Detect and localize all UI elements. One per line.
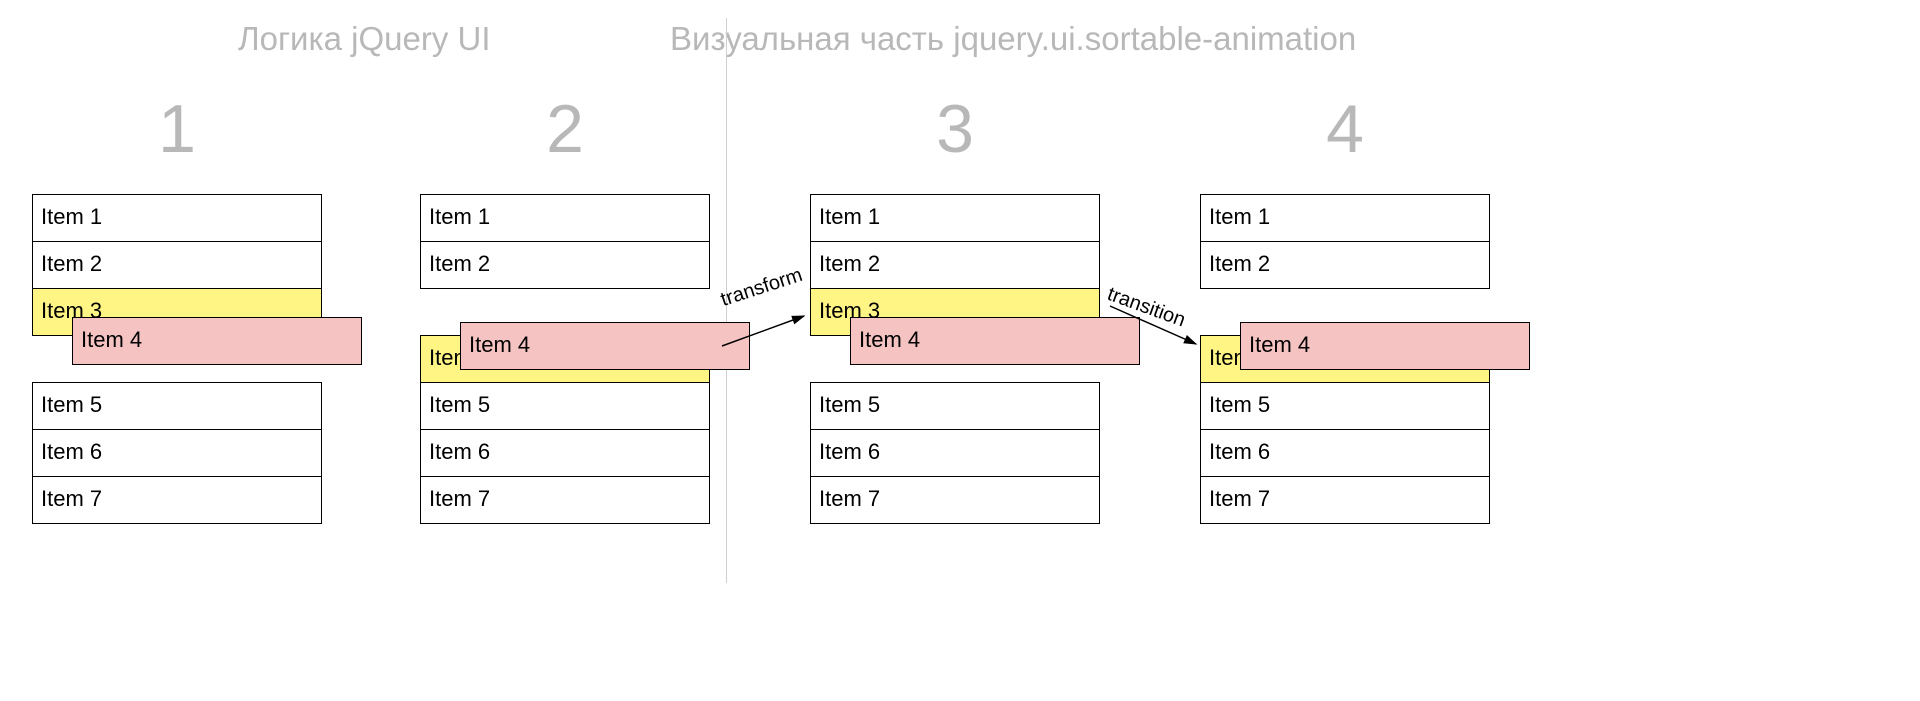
list-item[interactable]: Item 1 bbox=[32, 194, 322, 242]
list-item[interactable]: Item 1 bbox=[420, 194, 710, 242]
list-item[interactable]: Item 5 bbox=[420, 382, 710, 430]
list-item[interactable]: Item 7 bbox=[32, 476, 322, 524]
arrow-label-transform: transform bbox=[718, 264, 805, 312]
stage-number-1: 1 bbox=[32, 90, 322, 168]
stage-number-3: 3 bbox=[810, 90, 1100, 168]
section-title-left: Логика jQuery UI bbox=[238, 20, 491, 58]
list-item[interactable]: Item 2 bbox=[810, 241, 1100, 289]
dragged-item[interactable]: Item 4 bbox=[460, 322, 750, 370]
list-item[interactable]: Item 7 bbox=[810, 476, 1100, 524]
dragged-item[interactable]: Item 4 bbox=[850, 317, 1140, 365]
section-title-right: Визуальная часть jquery.ui.sortable-anim… bbox=[670, 20, 1356, 58]
list-item[interactable]: Item 6 bbox=[420, 429, 710, 477]
dragged-item[interactable]: Item 4 bbox=[72, 317, 362, 365]
list-item[interactable]: Item 6 bbox=[1200, 429, 1490, 477]
list-item[interactable]: Item 7 bbox=[420, 476, 710, 524]
list-item[interactable]: Item 1 bbox=[810, 194, 1100, 242]
list-item[interactable]: Item 5 bbox=[32, 382, 322, 430]
stage-number-4: 4 bbox=[1200, 90, 1490, 168]
list-item[interactable]: Item 7 bbox=[1200, 476, 1490, 524]
list-item[interactable]: Item 2 bbox=[420, 241, 710, 289]
list-item[interactable]: Item 5 bbox=[1200, 382, 1490, 430]
list-item[interactable]: Item 5 bbox=[810, 382, 1100, 430]
arrow-transform-icon bbox=[720, 310, 810, 350]
list-item[interactable]: Item 6 bbox=[32, 429, 322, 477]
list-item[interactable]: Item 2 bbox=[32, 241, 322, 289]
list-item[interactable]: Item 6 bbox=[810, 429, 1100, 477]
list-item[interactable]: Item 1 bbox=[1200, 194, 1490, 242]
stage-number-2: 2 bbox=[420, 90, 710, 168]
list-item[interactable]: Item 2 bbox=[1200, 241, 1490, 289]
dragged-item[interactable]: Item 4 bbox=[1240, 322, 1530, 370]
